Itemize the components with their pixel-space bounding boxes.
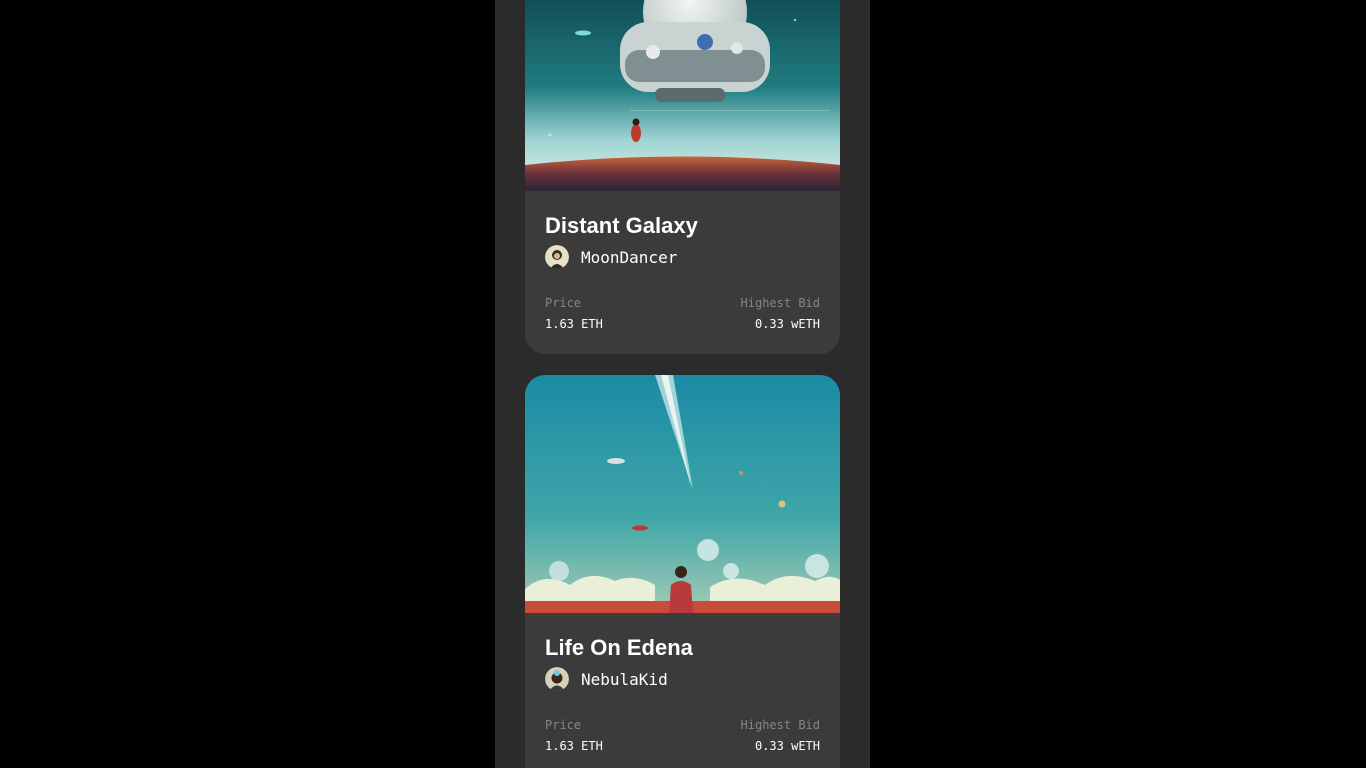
price-value: 1.63 ETH — [545, 317, 603, 331]
price-label: Price — [545, 296, 582, 310]
highest-bid-value: 0.33 wETH — [754, 739, 820, 753]
price-stat: Price 1.63 ETH — [545, 295, 603, 332]
artist-name[interactable]: NebulaKid — [581, 670, 668, 689]
nft-list-panel: Distant Galaxy MoonDancer Price 1.63 ETH — [495, 0, 870, 768]
nft-stats: Price 1.63 ETH Highest Bid 0.33 wETH — [545, 717, 820, 754]
highest-bid-stat: Highest Bid 0.33 wETH — [741, 295, 820, 332]
artist-name[interactable]: MoonDancer — [581, 248, 677, 267]
artist-row[interactable]: NebulaKid — [545, 666, 820, 692]
artist-row[interactable]: MoonDancer — [545, 244, 820, 270]
highest-bid-stat: Highest Bid 0.33 wETH — [741, 717, 820, 754]
nft-card-info: Distant Galaxy MoonDancer Price 1.63 ETH — [545, 211, 820, 332]
nft-stats: Price 1.63 ETH Highest Bid 0.33 wETH — [545, 295, 820, 332]
nft-artwork-image[interactable] — [525, 375, 840, 613]
nft-title: Distant Galaxy — [545, 213, 698, 238]
artist-avatar[interactable] — [545, 245, 569, 269]
price-label: Price — [545, 718, 582, 732]
nft-artwork-image[interactable] — [525, 0, 840, 191]
nft-title: Life On Edena — [545, 635, 693, 660]
highest-bid-value: 0.33 wETH — [754, 317, 820, 331]
nft-card[interactable]: Life On Edena NebulaKid Price 1.63 ETH H… — [525, 375, 840, 768]
highest-bid-label: Highest Bid — [740, 718, 820, 732]
artist-avatar[interactable] — [545, 667, 569, 691]
price-value: 1.63 ETH — [545, 739, 603, 753]
nft-card[interactable]: Distant Galaxy MoonDancer Price 1.63 ETH — [525, 0, 840, 354]
highest-bid-label: Highest Bid — [740, 296, 820, 310]
price-stat: Price 1.63 ETH — [545, 717, 603, 754]
nft-card-info: Life On Edena NebulaKid Price 1.63 ETH H… — [545, 633, 820, 754]
